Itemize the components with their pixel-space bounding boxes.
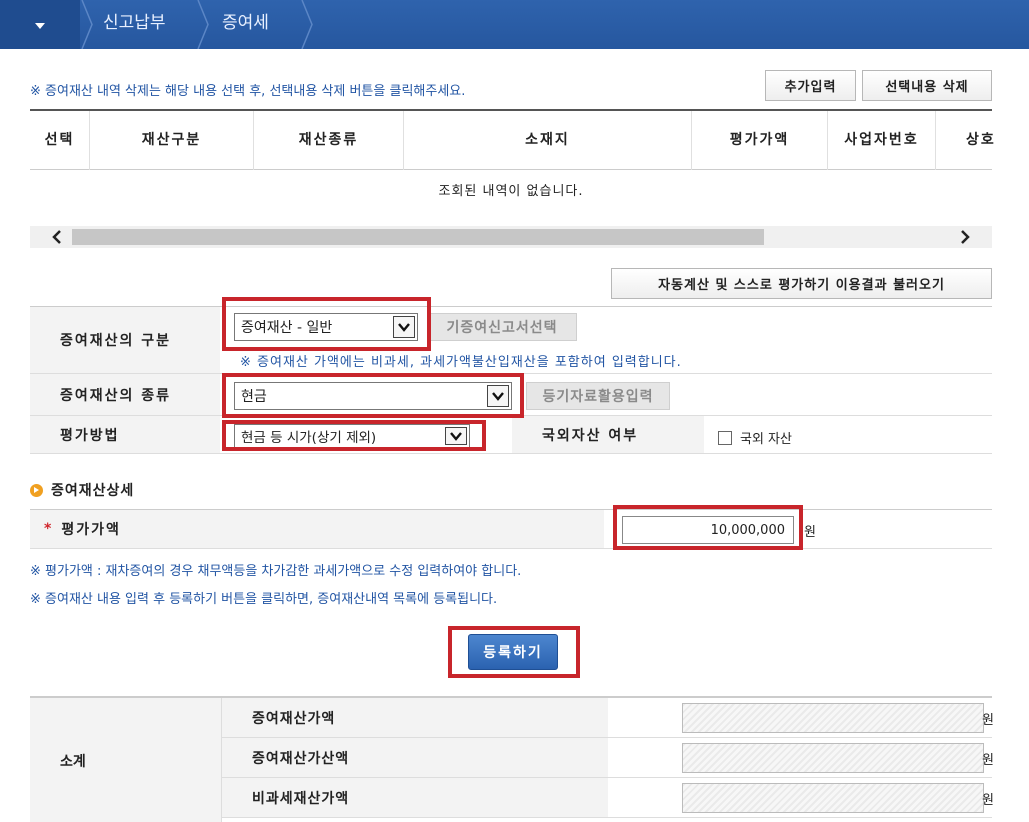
summary-unit: 원 <box>982 713 994 728</box>
form-row-eval-amount: * 평가가액 10,000,000 원 <box>30 509 992 549</box>
add-input-button[interactable]: 추가입력 <box>765 70 856 101</box>
column-header-asset-type: 재산종류 <box>254 111 404 170</box>
registry-input-button[interactable]: 등기자료활용입력 <box>526 382 670 410</box>
column-header-asset-category: 재산구분 <box>90 111 254 170</box>
gift-asset-table-header: 선택 재산구분 재산종류 소재지 평가가액 사업자번호 상호 <box>30 109 994 170</box>
highlight-box <box>222 373 524 418</box>
top-navigation-bar: 신고납부 증여세 <box>0 0 1029 50</box>
overseas-checkbox-group[interactable]: 국외 자산 <box>718 428 792 447</box>
summary-unit: 원 <box>982 793 994 808</box>
delete-selected-button[interactable]: 선택내용 삭제 <box>862 70 992 101</box>
method-label: 평가방법 <box>30 416 220 453</box>
type-label: 증여재산의 종류 <box>30 374 220 415</box>
bullet-arrow-icon <box>30 483 43 497</box>
breadcrumb-separator-icon <box>80 0 94 50</box>
column-header-business-number: 사업자번호 <box>828 111 936 170</box>
breadcrumb-item-report-payment[interactable]: 신고납부 <box>103 0 166 49</box>
highlight-box <box>448 626 580 678</box>
caret-down-icon <box>35 22 45 29</box>
summary-table: 소계 증여재산가액 원 증여재산가산액 원 비과세재산가액 원 <box>30 696 994 822</box>
scroll-left-arrow-icon[interactable] <box>42 226 72 248</box>
highlight-box <box>613 505 803 550</box>
column-header-eval-amount: 평가가액 <box>692 111 828 170</box>
horizontal-scrollbar[interactable] <box>30 226 992 248</box>
summary-value-field <box>682 743 984 773</box>
delete-notice: ※ 증여재산 내역 삭제는 해당 내용 선택 후, 선택내용 삭제 버튼을 클릭… <box>30 84 466 99</box>
eval-label-cell: * 평가가액 <box>30 510 604 548</box>
summary-row: 비과세재산가액 원 <box>222 778 994 818</box>
summary-row-label: 증여재산가산액 <box>222 738 608 777</box>
eval-label: 평가가액 <box>61 522 121 538</box>
form-row-category: 증여재산의 구분 증여재산 - 일반 기증여신고서선택 ※ 증여재산 가액에는 … <box>30 306 992 374</box>
section-title-detail: 증여재산상세 <box>30 480 134 500</box>
form-row-method: 평가방법 현금 등 시가(상기 제외) 국외자산 여부 국외 자산 <box>30 416 992 454</box>
summary-value-field <box>682 783 984 813</box>
summary-value-field <box>682 703 984 733</box>
overseas-checkbox[interactable] <box>718 430 732 445</box>
overseas-label: 국외자산 여부 <box>512 416 704 453</box>
column-header-company-name: 상호 <box>966 132 996 148</box>
autocalc-load-button[interactable]: 자동계산 및 스스로 평가하기 이용결과 불러오기 <box>611 268 992 299</box>
register-notice: ※ 증여재산 내용 입력 후 등록하기 버튼을 클릭하면, 증여재산내역 목록에… <box>30 592 498 607</box>
column-header-location: 소재지 <box>404 111 692 170</box>
table-empty-message: 조회된 내역이 없습니다. <box>438 184 584 199</box>
scroll-right-arrow-icon[interactable] <box>950 226 980 248</box>
menu-toggle-button[interactable] <box>0 0 80 49</box>
highlight-box <box>222 297 431 351</box>
summary-unit: 원 <box>982 753 994 768</box>
section-title-text: 증여재산상세 <box>51 483 135 499</box>
category-hint: ※ 증여재산 가액에는 비과세, 과세가액불산입재산을 포함하여 입력합니다. <box>240 355 682 370</box>
eval-notice: ※ 평가가액 : 재차증여의 경우 채무액등을 차가감한 과세가액으로 수정 입… <box>30 564 522 579</box>
breadcrumb-item-gift-tax[interactable]: 증여세 <box>222 0 269 49</box>
summary-group-label: 소계 <box>30 698 222 822</box>
required-mark-icon: * <box>44 521 54 537</box>
eval-unit: 원 <box>804 525 816 540</box>
prior-report-select-button[interactable]: 기증여신고서선택 <box>427 313 577 341</box>
breadcrumb-separator-icon <box>300 0 314 50</box>
category-label: 증여재산의 구분 <box>30 307 220 373</box>
column-header-select: 선택 <box>30 111 90 170</box>
breadcrumb-separator-icon <box>196 0 210 50</box>
summary-row-label: 비과세재산가액 <box>222 778 608 817</box>
overseas-checkbox-label: 국외 자산 <box>740 432 792 447</box>
scrollbar-thumb[interactable] <box>72 229 764 245</box>
summary-row: 증여재산가액 원 <box>222 698 994 738</box>
summary-row: 증여재산가산액 원 <box>222 738 994 778</box>
summary-row-label: 증여재산가액 <box>222 698 608 737</box>
highlight-box <box>222 420 486 451</box>
